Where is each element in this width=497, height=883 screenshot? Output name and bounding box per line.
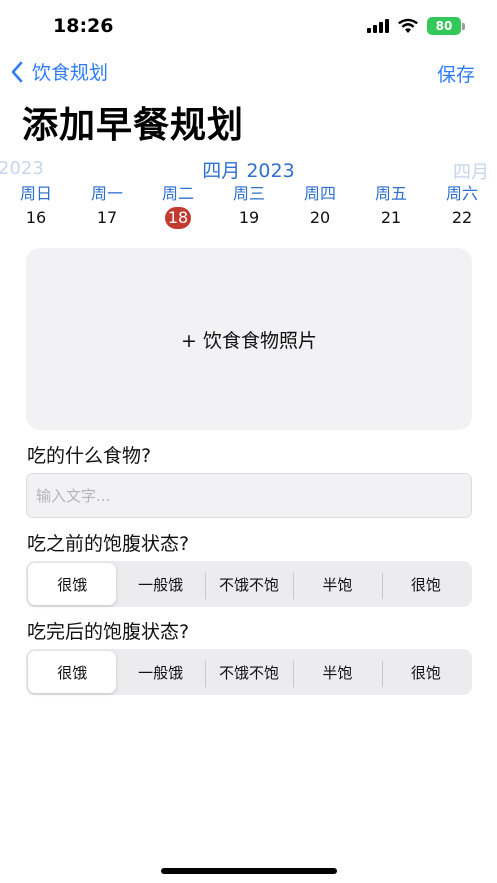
page-title: 添加早餐规划 [22, 105, 245, 146]
before-fullness-label: 吃之前的饱腹状态? [27, 533, 190, 555]
before-option-very-full[interactable]: 很饱 [381, 563, 470, 605]
back-label: 饮食规划 [32, 62, 109, 84]
weekday-label: 周三 [232, 184, 265, 203]
status-bar: 18:26 80 [0, 0, 497, 54]
day-cell[interactable]: 周三 19 [219, 183, 279, 229]
weekday-label: 周六 [445, 184, 478, 203]
date-label: 17 [96, 208, 118, 227]
wifi-icon [398, 18, 418, 33]
after-option-very-full[interactable]: 很饱 [381, 651, 470, 693]
weekday-label: 周四 [303, 184, 336, 203]
date-label: 19 [238, 208, 260, 227]
date-label: 21 [380, 208, 402, 227]
after-fullness-control: 很饿 一般饿 不饿不饱 半饱 很饱 [26, 649, 472, 695]
before-option-neutral[interactable]: 不饿不饱 [204, 563, 293, 605]
weekday-label: 周日 [19, 184, 52, 203]
home-indicator[interactable] [161, 868, 337, 874]
weekday-label: 周一 [90, 184, 123, 203]
status-time: 18:26 [53, 15, 114, 37]
after-option-somewhat-hungry[interactable]: 一般饿 [116, 651, 204, 693]
after-option-very-hungry[interactable]: 很饿 [28, 651, 117, 693]
day-cell[interactable]: 周一 17 [77, 183, 137, 229]
day-cell[interactable]: 周五 21 [361, 183, 421, 229]
after-option-neutral[interactable]: 不饿不饱 [204, 651, 293, 693]
day-cell[interactable]: 周日 16 [6, 183, 66, 229]
week-strip: 周日 16 周一 17 周二 18 周三 19 周四 20 周五 21 周六 2… [0, 183, 497, 231]
weekday-label: 周二 [161, 184, 194, 203]
month-header: 2023 四月 2023 四月 [0, 156, 497, 184]
day-cell[interactable]: 周四 20 [290, 183, 350, 229]
chevron-left-icon [11, 61, 23, 82]
day-cell-selected[interactable]: 周二 18 [148, 183, 208, 229]
after-fullness-label: 吃完后的饱腹状态? [27, 621, 190, 643]
date-label: 22 [451, 208, 473, 227]
battery-icon: 80 [427, 17, 465, 35]
month-next-label[interactable]: 四月 [453, 158, 489, 184]
battery-level: 80 [435, 19, 453, 33]
date-label: 20 [309, 208, 331, 227]
save-button[interactable]: 保存 [437, 60, 475, 87]
date-label: 16 [25, 208, 47, 227]
after-option-half-full[interactable]: 半饱 [293, 651, 381, 693]
back-button[interactable]: 饮食规划 [10, 58, 108, 85]
before-option-very-hungry[interactable]: 很饿 [28, 563, 117, 605]
status-icons: 80 [367, 17, 465, 35]
selected-date-label: 18 [165, 207, 191, 229]
day-cell[interactable]: 周六 22 [432, 183, 492, 229]
before-fullness-control: 很饿 一般饿 不饿不饱 半饱 很饱 [26, 561, 472, 607]
weekday-label: 周五 [374, 184, 407, 203]
before-option-half-full[interactable]: 半饱 [293, 563, 381, 605]
signal-icon [367, 19, 389, 33]
food-input[interactable] [26, 473, 472, 518]
before-option-somewhat-hungry[interactable]: 一般饿 [116, 563, 204, 605]
month-current-label: 四月 2023 [202, 160, 295, 182]
food-label: 吃的什么食物? [27, 445, 152, 467]
add-photo-button[interactable]: + 饮食食物照片 [26, 248, 472, 430]
add-photo-label: + 饮食食物照片 [181, 329, 317, 352]
